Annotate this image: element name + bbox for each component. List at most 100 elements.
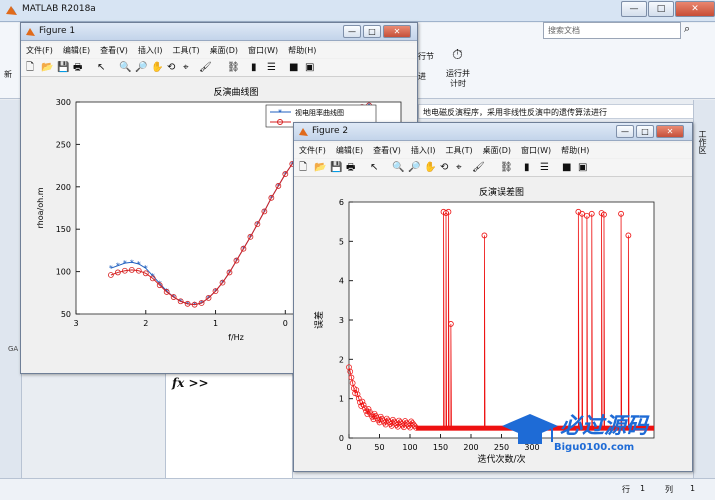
y-tick-label: 1 [339, 395, 344, 404]
link-icon[interactable]: ⛓ [500, 162, 513, 174]
workspace-tab[interactable]: 工作区 [697, 130, 708, 154]
save-icon[interactable]: 💾 [57, 62, 69, 74]
watermark: 必过源码 Bigu0100.com [500, 408, 700, 466]
menu-insert[interactable]: 插入(I) [133, 43, 168, 56]
pan-icon[interactable]: ✋ [151, 62, 163, 74]
hide-tools-icon[interactable]: ■ [289, 62, 298, 74]
x-tick-label: 3 [73, 319, 78, 328]
search-docs-input[interactable]: 搜索文档 [543, 22, 681, 39]
open-icon[interactable]: 📂 [314, 162, 326, 174]
status-bar: 行 1 列 1 [0, 478, 715, 500]
data-cursor-icon[interactable]: ⌖ [183, 62, 189, 74]
fig2-toolbar: 🗋 📂 💾 🖶 ↖ 🔍 🔎 ✋ ⟲ ⌖ 🖌 ⛓ ▮ ☰ ■ ▣ [294, 159, 692, 177]
menu-desktop[interactable]: 桌面(D) [478, 143, 516, 156]
y-tick-label: 0 [339, 434, 344, 443]
run-label[interactable]: 进 [418, 71, 426, 82]
minimize-button[interactable]: — [621, 1, 647, 17]
fig2-close-button[interactable]: ✕ [656, 125, 684, 138]
menu-edit[interactable]: 编辑(E) [58, 43, 95, 56]
colorbar-icon[interactable]: ▮ [251, 62, 257, 74]
x-tick-label: 1 [213, 319, 218, 328]
figure-2-title: Figure 2 [312, 126, 349, 136]
menu-insert[interactable]: 插入(I) [406, 143, 441, 156]
legend-icon[interactable]: ☰ [540, 162, 549, 174]
menu-file[interactable]: 文件(F) [21, 43, 58, 56]
pan-icon[interactable]: ✋ [424, 162, 436, 174]
run-and-time-button[interactable]: 运行并 计时 [446, 69, 470, 89]
menu-desktop[interactable]: 桌面(D) [205, 43, 243, 56]
link-icon[interactable]: ⛓ [227, 62, 240, 74]
legend-icon[interactable]: ☰ [267, 62, 276, 74]
x-tick-label: 150 [433, 443, 448, 452]
command-prompt: fx >> [172, 376, 209, 390]
close-button[interactable]: ✕ [675, 1, 715, 17]
fig1-close-button[interactable]: ✕ [383, 25, 411, 38]
fig1-maximize-button[interactable]: □ [363, 25, 381, 38]
data-point-star: * [130, 258, 134, 267]
data-point-star: * [137, 260, 141, 269]
y-tick-label: 100 [56, 268, 71, 277]
print-icon[interactable]: 🖶 [346, 162, 355, 174]
brush-icon[interactable]: 🖌 [199, 62, 212, 74]
menu-tools[interactable]: 工具(T) [167, 43, 204, 56]
hide-tools-icon[interactable]: ■ [562, 162, 571, 174]
colorbar-icon[interactable]: ▮ [524, 162, 530, 174]
matlab-title: MATLAB R2018a [22, 4, 96, 14]
search-icon[interactable]: ⌕ [684, 22, 690, 36]
new-figure-icon[interactable]: 🗋 [26, 62, 34, 74]
save-icon[interactable]: 💾 [330, 162, 342, 174]
x-tick-label: 200 [463, 443, 478, 452]
pointer-icon[interactable]: ↖ [97, 62, 105, 74]
fig2-maximize-button[interactable]: □ [636, 125, 654, 138]
y-axis-label: 误差 [313, 311, 325, 329]
timer-icon[interactable]: ⏱ [452, 47, 463, 63]
menu-help[interactable]: 帮助(H) [556, 143, 594, 156]
file-description: 地电磁反演程序，采用非线性反演中的遗传算法进行 [418, 104, 698, 119]
y-tick-label: 4 [339, 277, 344, 286]
pointer-icon[interactable]: ↖ [370, 162, 378, 174]
legend-label-0: 视电阻率曲线图 [295, 108, 344, 117]
rotate-icon[interactable]: ⟲ [440, 162, 448, 174]
menu-window[interactable]: 窗口(W) [243, 43, 283, 56]
figure-1-titlebar[interactable]: Figure 1 — □ ✕ [21, 23, 417, 41]
menu-file[interactable]: 文件(F) [294, 143, 331, 156]
zoom-in-icon[interactable]: 🔍 [119, 62, 131, 74]
show-tools-icon[interactable]: ▣ [305, 62, 314, 74]
data-cursor-icon[interactable]: ⌖ [456, 162, 462, 174]
show-tools-icon[interactable]: ▣ [578, 162, 587, 174]
brush-icon[interactable]: 🖌 [472, 162, 485, 174]
menu-tools[interactable]: 工具(T) [440, 143, 477, 156]
y-tick-label: 5 [339, 237, 344, 246]
matlab-logo-icon [5, 4, 18, 17]
menu-help[interactable]: 帮助(H) [283, 43, 321, 56]
zoom-in-icon[interactable]: 🔍 [392, 162, 404, 174]
legend-marker-0: * [278, 108, 282, 117]
menu-view[interactable]: 查看(V) [95, 43, 133, 56]
x-tick-label: 2 [143, 319, 148, 328]
left-panel [0, 100, 22, 478]
figure-2-titlebar[interactable]: Figure 2 — □ ✕ [294, 123, 692, 141]
figure-1-title: Figure 1 [39, 26, 76, 36]
section-label[interactable]: 行节 [418, 51, 434, 62]
maximize-button[interactable]: □ [648, 1, 674, 17]
watermark-site: Bigu0100.com [554, 442, 635, 453]
new-figure-icon[interactable]: 🗋 [299, 162, 307, 174]
y-tick-label: 300 [56, 98, 71, 107]
new-label[interactable]: 新 [4, 69, 12, 80]
y-tick-label: 50 [61, 310, 71, 319]
menu-edit[interactable]: 编辑(E) [331, 143, 368, 156]
data-point-star: * [123, 259, 127, 268]
zoom-out-icon[interactable]: 🔎 [408, 162, 420, 174]
menu-window[interactable]: 窗口(W) [516, 143, 556, 156]
open-icon[interactable]: 📂 [41, 62, 53, 74]
rotate-icon[interactable]: ⟲ [167, 62, 175, 74]
fig1-minimize-button[interactable]: — [343, 25, 361, 38]
side-label: GA [8, 345, 19, 353]
data-point-star: * [109, 264, 113, 273]
menu-view[interactable]: 查看(V) [368, 143, 406, 156]
print-icon[interactable]: 🖶 [73, 62, 82, 74]
row-label: 行 [622, 485, 630, 494]
data-point-star: * [144, 264, 148, 273]
fig2-minimize-button[interactable]: — [616, 125, 634, 138]
zoom-out-icon[interactable]: 🔎 [135, 62, 147, 74]
